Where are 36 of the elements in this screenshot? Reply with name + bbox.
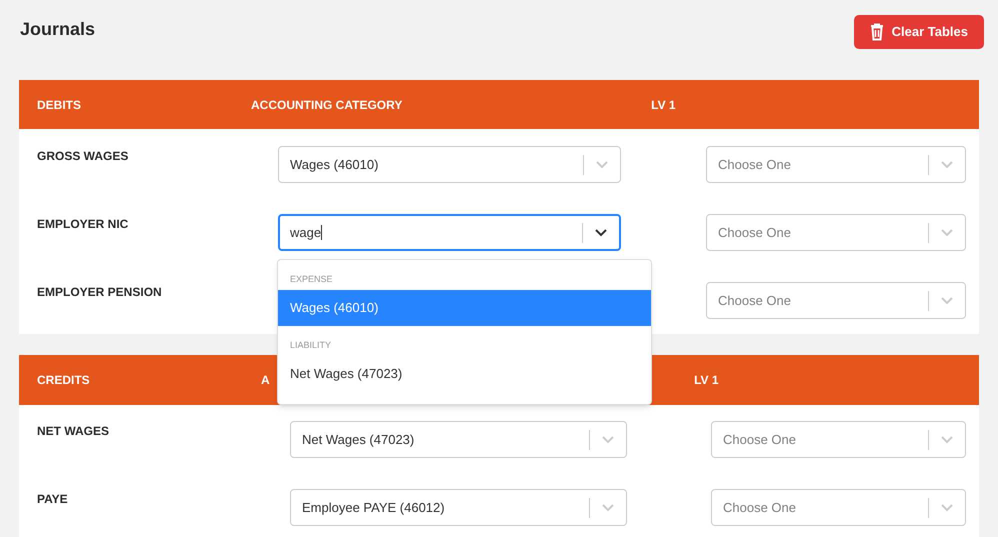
chevron-down-icon: [594, 228, 608, 237]
category-select[interactable]: Wages (46010): [278, 146, 621, 183]
chevron-down-icon: [940, 503, 954, 512]
column-header: LV 1: [694, 372, 719, 389]
lv1-select[interactable]: Choose One: [706, 282, 966, 319]
column-header: LV 1: [651, 96, 676, 114]
dropdown-option[interactable]: Net Wages (47023): [278, 356, 651, 392]
column-header: ACCOUNTING CATEGORY: [251, 96, 402, 114]
category-select[interactable]: Net Wages (47023): [290, 421, 627, 458]
category-select[interactable]: Employee PAYE (46012): [290, 489, 627, 526]
clear-tables-button[interactable]: Clear Tables: [854, 15, 984, 49]
row-label: EMPLOYER PENSION: [37, 284, 163, 301]
group-heading: LIABILITY: [289, 339, 332, 352]
chevron-down-icon: [940, 435, 954, 444]
column-header: CREDITS: [37, 372, 90, 389]
chevron-down-icon: [940, 296, 954, 305]
lv1-select[interactable]: Choose One: [706, 214, 966, 251]
row-label: PAYE: [37, 491, 69, 508]
group-heading: EXPENSE: [289, 273, 334, 286]
column-header: A: [261, 372, 270, 389]
page-title: Journals: [20, 18, 96, 41]
row-label: NET WAGES: [37, 423, 110, 440]
row-label: GROSS WAGES: [37, 148, 130, 165]
chevron-down-icon: [601, 503, 615, 512]
lv1-select[interactable]: Choose One: [706, 146, 966, 183]
dropdown-option[interactable]: Wages (46010): [278, 290, 651, 326]
trash-icon: [870, 23, 884, 41]
column-header: DEBITS: [37, 96, 82, 114]
chevron-down-icon: [595, 160, 609, 169]
category-select[interactable]: wage: [278, 214, 621, 251]
row-label: EMPLOYER NIC: [37, 216, 130, 233]
chevron-down-icon: [940, 228, 954, 237]
chevron-down-icon: [940, 160, 954, 169]
lv1-select[interactable]: Choose One: [711, 421, 966, 458]
chevron-down-icon: [601, 435, 615, 444]
lv1-select[interactable]: Choose One: [711, 489, 966, 526]
